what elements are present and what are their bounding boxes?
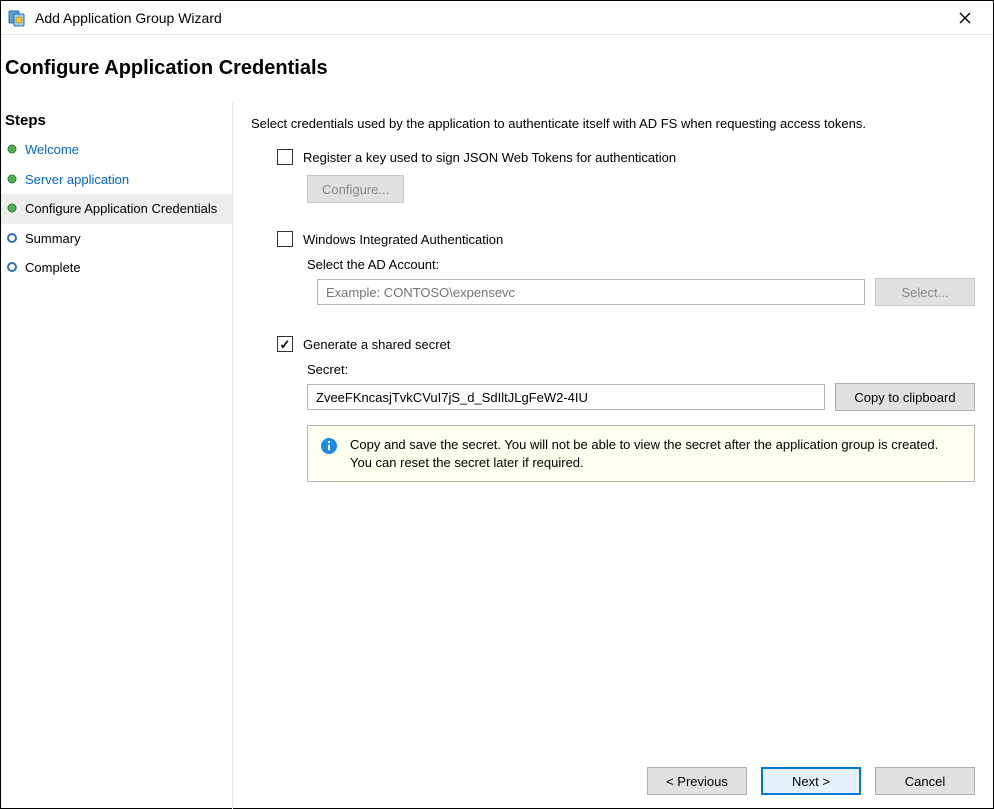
app-icon <box>7 8 27 28</box>
select-account-button: Select... <box>875 278 975 306</box>
bullet-icon <box>7 262 17 272</box>
step-label: Welcome <box>25 141 79 159</box>
bullet-icon <box>7 233 17 243</box>
main-panel: Select credentials used by the applicati… <box>233 102 993 809</box>
step-label: Server application <box>25 171 129 189</box>
info-icon <box>320 437 338 458</box>
content-area: Steps Welcome Server application Configu… <box>1 102 993 809</box>
footer-buttons: < Previous Next > Cancel <box>647 767 975 795</box>
configure-button: Configure... <box>307 175 404 203</box>
wia-label: Windows Integrated Authentication <box>303 232 503 247</box>
steps-header: Steps <box>1 108 232 135</box>
step-label: Complete <box>25 259 81 277</box>
page-heading: Configure Application Credentials <box>1 35 993 102</box>
intro-text: Select credentials used by the applicati… <box>251 116 975 131</box>
steps-sidebar: Steps Welcome Server application Configu… <box>1 102 233 809</box>
step-label: Configure Application Credentials <box>25 200 217 218</box>
step-summary[interactable]: Summary <box>1 224 232 254</box>
next-button[interactable]: Next > <box>761 767 861 795</box>
title-bar: Add Application Group Wizard <box>1 1 993 35</box>
register-key-checkbox[interactable] <box>277 149 293 165</box>
secret-input[interactable] <box>307 384 825 410</box>
bullet-icon <box>7 174 17 184</box>
shared-secret-label: Generate a shared secret <box>303 337 450 352</box>
register-key-label: Register a key used to sign JSON Web Tok… <box>303 150 676 165</box>
register-key-row: Register a key used to sign JSON Web Tok… <box>277 149 975 165</box>
ad-account-label: Select the AD Account: <box>307 257 975 272</box>
cancel-button[interactable]: Cancel <box>875 767 975 795</box>
bullet-icon <box>7 203 17 213</box>
wia-row: Windows Integrated Authentication <box>277 231 975 247</box>
step-welcome[interactable]: Welcome <box>1 135 232 165</box>
info-text: Copy and save the secret. You will not b… <box>350 436 962 471</box>
shared-secret-checkbox[interactable] <box>277 336 293 352</box>
secret-field-label: Secret: <box>307 362 975 377</box>
step-complete[interactable]: Complete <box>1 253 232 283</box>
wia-checkbox[interactable] <box>277 231 293 247</box>
bullet-icon <box>7 144 17 154</box>
window-title: Add Application Group Wizard <box>35 10 222 26</box>
previous-button[interactable]: < Previous <box>647 767 747 795</box>
step-server-application[interactable]: Server application <box>1 165 232 195</box>
close-button[interactable] <box>945 1 985 35</box>
shared-secret-row: Generate a shared secret <box>277 336 975 352</box>
info-box: Copy and save the secret. You will not b… <box>307 425 975 482</box>
step-label: Summary <box>25 230 81 248</box>
ad-account-input <box>317 279 865 305</box>
step-configure-credentials[interactable]: Configure Application Credentials <box>1 194 232 224</box>
copy-to-clipboard-button[interactable]: Copy to clipboard <box>835 383 975 411</box>
